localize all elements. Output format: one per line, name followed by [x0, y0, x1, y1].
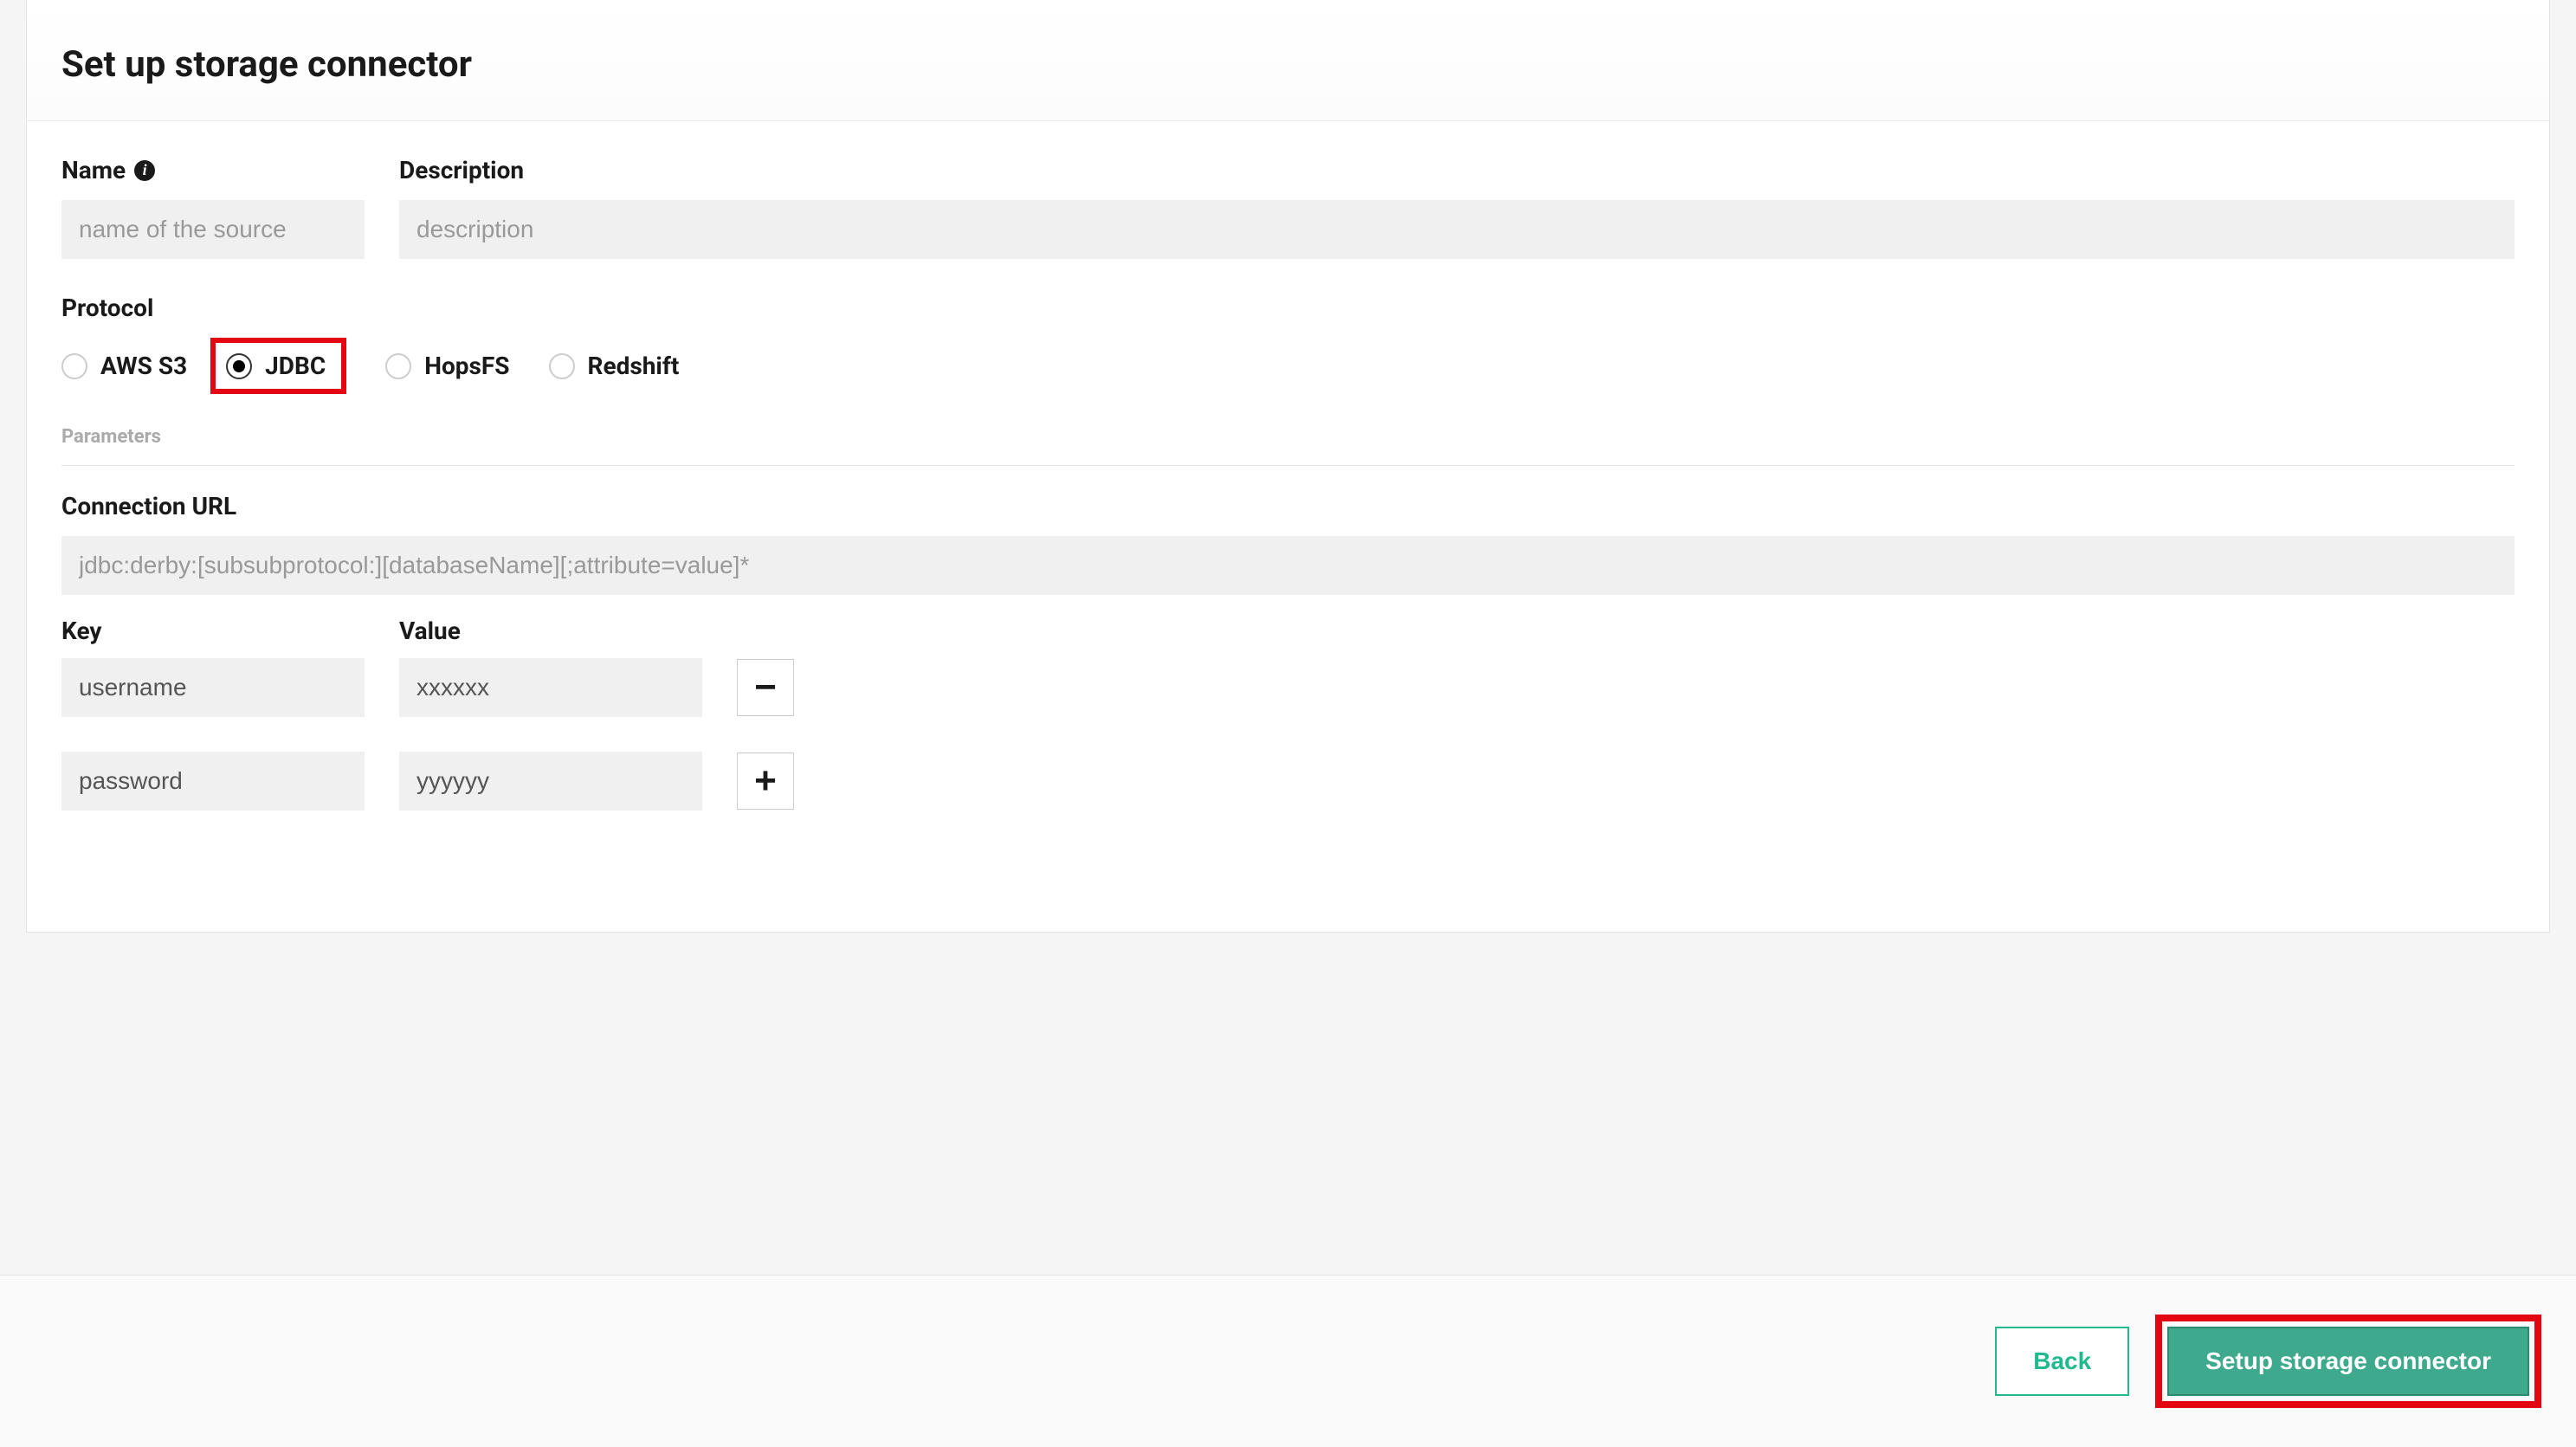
protocol-label: Protocol: [61, 294, 2515, 322]
minus-icon: −: [754, 669, 777, 707]
footer-bar: Back Setup storage connector: [0, 1275, 2576, 1447]
info-icon[interactable]: i: [134, 160, 155, 181]
radio-aws-s3[interactable]: AWS S3: [61, 352, 187, 380]
value-column-header: Value: [399, 617, 702, 645]
back-button[interactable]: Back: [1995, 1327, 2129, 1396]
radio-hopsfs[interactable]: HopsFS: [385, 352, 509, 380]
parameters-section-label: Parameters: [61, 426, 161, 448]
radio-circle-icon: [226, 353, 252, 379]
kv-header-row: Key Value: [61, 617, 2515, 645]
radio-circle-icon: [549, 353, 575, 379]
radio-redshift[interactable]: Redshift: [549, 352, 680, 380]
card-header: Set up storage connector: [27, 0, 2549, 121]
name-label: Name i: [61, 156, 365, 184]
key-input-1[interactable]: [61, 752, 365, 811]
page-title: Set up storage connector: [61, 43, 2515, 86]
value-input-0[interactable]: [399, 658, 702, 717]
connection-url-input[interactable]: [61, 536, 2515, 595]
key-column-header: Key: [61, 617, 365, 645]
name-group: Name i: [61, 156, 365, 259]
kv-row: −: [61, 658, 2515, 717]
name-input[interactable]: [61, 200, 365, 259]
add-row-button[interactable]: +: [737, 753, 794, 810]
connection-url-group: Connection URL: [61, 492, 2515, 595]
setup-storage-connector-button[interactable]: Setup storage connector: [2167, 1327, 2529, 1396]
radio-circle-icon: [61, 353, 87, 379]
protocol-section: Protocol AWS S3 JDBC HopsFS: [61, 294, 2515, 394]
description-group: Description: [399, 156, 2515, 259]
radio-jdbc[interactable]: JDBC: [210, 338, 346, 394]
kv-row: +: [61, 752, 2515, 811]
plus-icon: +: [754, 762, 777, 800]
submit-highlight-wrap: Setup storage connector: [2155, 1315, 2541, 1408]
description-input[interactable]: [399, 200, 2515, 259]
key-input-0[interactable]: [61, 658, 365, 717]
setup-card: Set up storage connector Name i Descript…: [26, 0, 2550, 933]
protocol-radio-row: AWS S3 JDBC HopsFS Redshift: [61, 338, 2515, 394]
remove-row-button[interactable]: −: [737, 659, 794, 716]
connection-url-label: Connection URL: [61, 492, 2515, 520]
parameters-section: Connection URL Key Value − +: [61, 465, 2515, 811]
radio-circle-icon: [385, 353, 411, 379]
description-label: Description: [399, 156, 2515, 184]
value-input-1[interactable]: [399, 752, 702, 811]
name-description-row: Name i Description: [61, 156, 2515, 259]
card-body: Name i Description Protocol AWS S3: [27, 121, 2549, 932]
